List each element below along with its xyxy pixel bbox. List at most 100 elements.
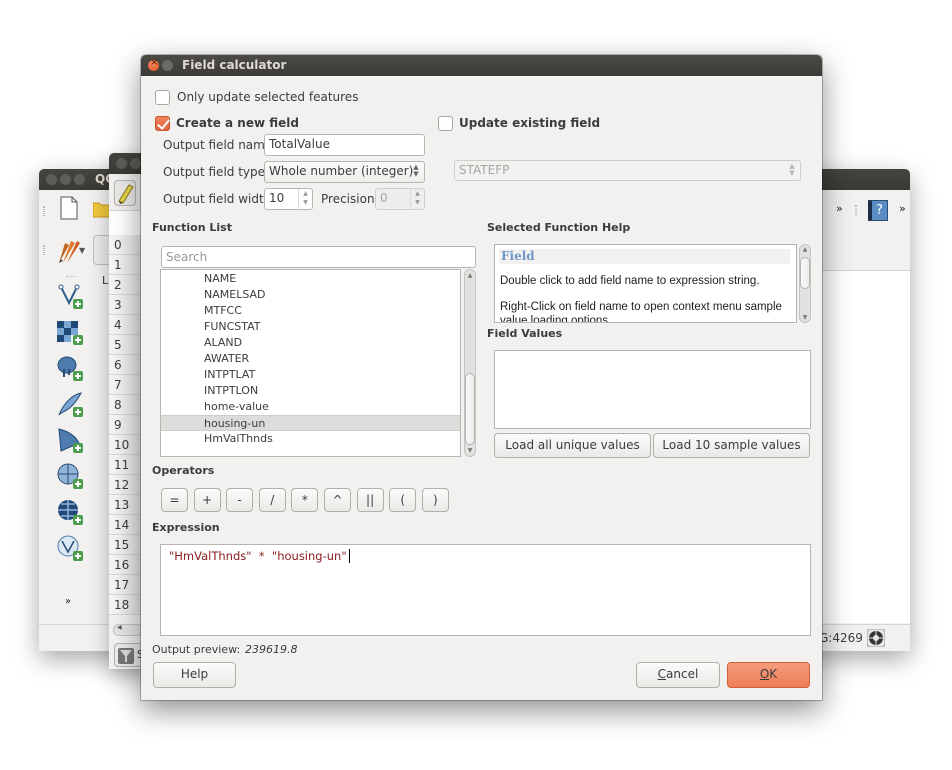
field-values-list[interactable]: [494, 350, 811, 429]
create-new-field-checkbox[interactable]: [155, 116, 170, 131]
scroll-up-arrow-icon[interactable]: ▲: [800, 246, 810, 253]
precision-label: Precision: [321, 192, 375, 206]
operator-button[interactable]: -: [226, 488, 254, 512]
function-list-item[interactable]: MTFCC: [161, 303, 460, 319]
main-maximize-button[interactable]: [74, 174, 85, 185]
dropdown-arrow-icon[interactable]: ▼: [79, 246, 85, 255]
expression-editor[interactable]: "HmValThnds" * "housing-un": [160, 544, 811, 636]
function-list-item[interactable]: NAMELSAD: [161, 287, 460, 303]
output-preview-label: Output preview:: [152, 643, 241, 656]
help-line-1: Double click to add field name to expres…: [500, 275, 760, 287]
output-type-combo[interactable]: Whole number (integer) ▲ ▼: [264, 161, 425, 183]
text-caret: [348, 549, 350, 563]
function-list-scrollbar[interactable]: ▲ ▼: [464, 269, 476, 457]
scroll-left-arrow-icon[interactable]: ◀: [117, 624, 122, 631]
function-list-item[interactable]: FUNCSTAT: [161, 319, 460, 335]
spin-arrows-icon[interactable]: ▲ ▼: [410, 189, 424, 209]
update-existing-checkbox[interactable]: [438, 116, 453, 131]
operators-title: Operators: [152, 464, 215, 477]
function-search-input[interactable]: Search: [161, 246, 476, 268]
update-existing-label: Update existing field: [459, 116, 601, 130]
function-list[interactable]: NAME NAMELSAD MTFCC FUNCSTAT ALAND AWATER INTP…: [160, 269, 461, 457]
function-list-item[interactable]: INTPTLON: [161, 383, 460, 399]
operator-button[interactable]: +: [193, 488, 221, 512]
main-minimize-button[interactable]: [60, 174, 71, 185]
crs-status-icon[interactable]: [867, 629, 885, 647]
help-contents-icon[interactable]: ?: [868, 200, 888, 221]
add-wfs-layer-icon[interactable]: [57, 535, 85, 563]
ok-mnemonic: O: [759, 667, 770, 681]
operator-button[interactable]: (: [389, 488, 417, 512]
existing-field-combo[interactable]: STATEFP ▲ ▼: [454, 160, 801, 181]
combo-updown-icon: ▲ ▼: [789, 162, 795, 177]
function-list-item[interactable]: HmValThnds: [161, 431, 460, 447]
operator-button[interactable]: =: [161, 488, 188, 512]
operator-button[interactable]: /: [258, 488, 286, 512]
help-button[interactable]: Help: [153, 662, 236, 688]
scroll-down-arrow-icon[interactable]: ▼: [800, 314, 810, 321]
add-raster-layer-icon[interactable]: [57, 319, 85, 347]
output-name-input[interactable]: TotalValue: [264, 134, 425, 156]
operator-button[interactable]: ): [421, 488, 449, 512]
toggle-editing-button[interactable]: [114, 180, 136, 206]
function-list-item[interactable]: NAME: [161, 271, 460, 287]
attribute-minimize-button[interactable]: [130, 158, 141, 169]
cancel-button[interactable]: Cancel: [636, 662, 720, 688]
crs-status-label[interactable]: G:4269: [819, 631, 863, 645]
dialog-minimize-button[interactable]: [162, 60, 173, 71]
add-spatialite-layer-icon[interactable]: [57, 391, 85, 419]
cancel-label: ancel: [666, 667, 699, 681]
attribute-close-button[interactable]: [116, 158, 127, 169]
function-list-item[interactable]: home-value: [161, 399, 460, 415]
add-wms-layer-icon[interactable]: [57, 463, 85, 491]
toolbar-grip[interactable]: [855, 205, 857, 215]
function-list-item[interactable]: housing-un: [161, 415, 460, 431]
load-sample-values-button[interactable]: Load 10 sample values: [653, 433, 810, 458]
create-new-field-label: Create a new field: [176, 116, 299, 130]
help-scrollbar[interactable]: ▲ ▼: [799, 244, 811, 323]
toolbar-grip[interactable]: [66, 276, 76, 278]
function-list-item[interactable]: ALAND: [161, 335, 460, 351]
toolbar-overflow-icon[interactable]: »: [899, 202, 906, 215]
expression-title: Expression: [152, 521, 220, 534]
scrollbar-thumb[interactable]: [465, 373, 475, 445]
map-canvas[interactable]: [822, 270, 910, 623]
output-width-value: 10: [269, 191, 285, 205]
only-selected-label: Only update selected features: [177, 90, 359, 104]
add-vector-layer-icon[interactable]: [57, 283, 85, 311]
output-width-spinbox[interactable]: 10 ▲ ▼: [264, 188, 313, 210]
filter-icon: [118, 648, 134, 664]
horizontal-scrollbar[interactable]: ◀: [113, 624, 143, 636]
toolbar-overflow-icon[interactable]: »: [836, 202, 843, 215]
spin-arrows-icon[interactable]: ▲ ▼: [298, 189, 312, 209]
operator-button[interactable]: *: [291, 488, 319, 512]
main-close-button[interactable]: [46, 174, 57, 185]
combo-updown-icon: ▲ ▼: [413, 163, 419, 178]
only-selected-checkbox[interactable]: [155, 90, 170, 105]
scroll-down-arrow-icon[interactable]: ▼: [465, 447, 475, 454]
dialog-close-button[interactable]: [148, 57, 159, 71]
precision-spinbox[interactable]: 0 ▲ ▼: [375, 188, 425, 210]
precision-value: 0: [380, 191, 388, 205]
more-tools-chevron-icon[interactable]: »: [65, 596, 71, 607]
cancel-mnemonic: C: [657, 667, 667, 681]
add-wcs-layer-icon[interactable]: [57, 499, 85, 527]
help-line-3: value loading options.: [500, 315, 612, 323]
add-mssql-layer-icon[interactable]: [57, 427, 85, 455]
load-all-values-button[interactable]: Load all unique values: [494, 433, 651, 458]
pencil-icon: [118, 184, 134, 204]
operator-button[interactable]: ||: [356, 488, 384, 512]
toolbar-grip[interactable]: [43, 245, 45, 255]
new-project-icon[interactable]: [59, 196, 79, 220]
add-postgis-layer-icon[interactable]: [57, 355, 85, 383]
scroll-up-arrow-icon[interactable]: ▲: [465, 272, 475, 279]
filter-button[interactable]: S: [114, 643, 144, 667]
ok-button[interactable]: OK: [727, 662, 810, 688]
scrollbar-thumb[interactable]: [800, 257, 810, 289]
function-list-item[interactable]: INTPTLAT: [161, 367, 460, 383]
toolbar-grip[interactable]: [43, 206, 45, 216]
dialog-titlebar: Field calculator: [141, 55, 822, 76]
help-line-2: Right-Click on field name to open contex…: [500, 301, 782, 313]
function-list-item[interactable]: AWATER: [161, 351, 460, 367]
operator-button[interactable]: ^: [324, 488, 351, 512]
